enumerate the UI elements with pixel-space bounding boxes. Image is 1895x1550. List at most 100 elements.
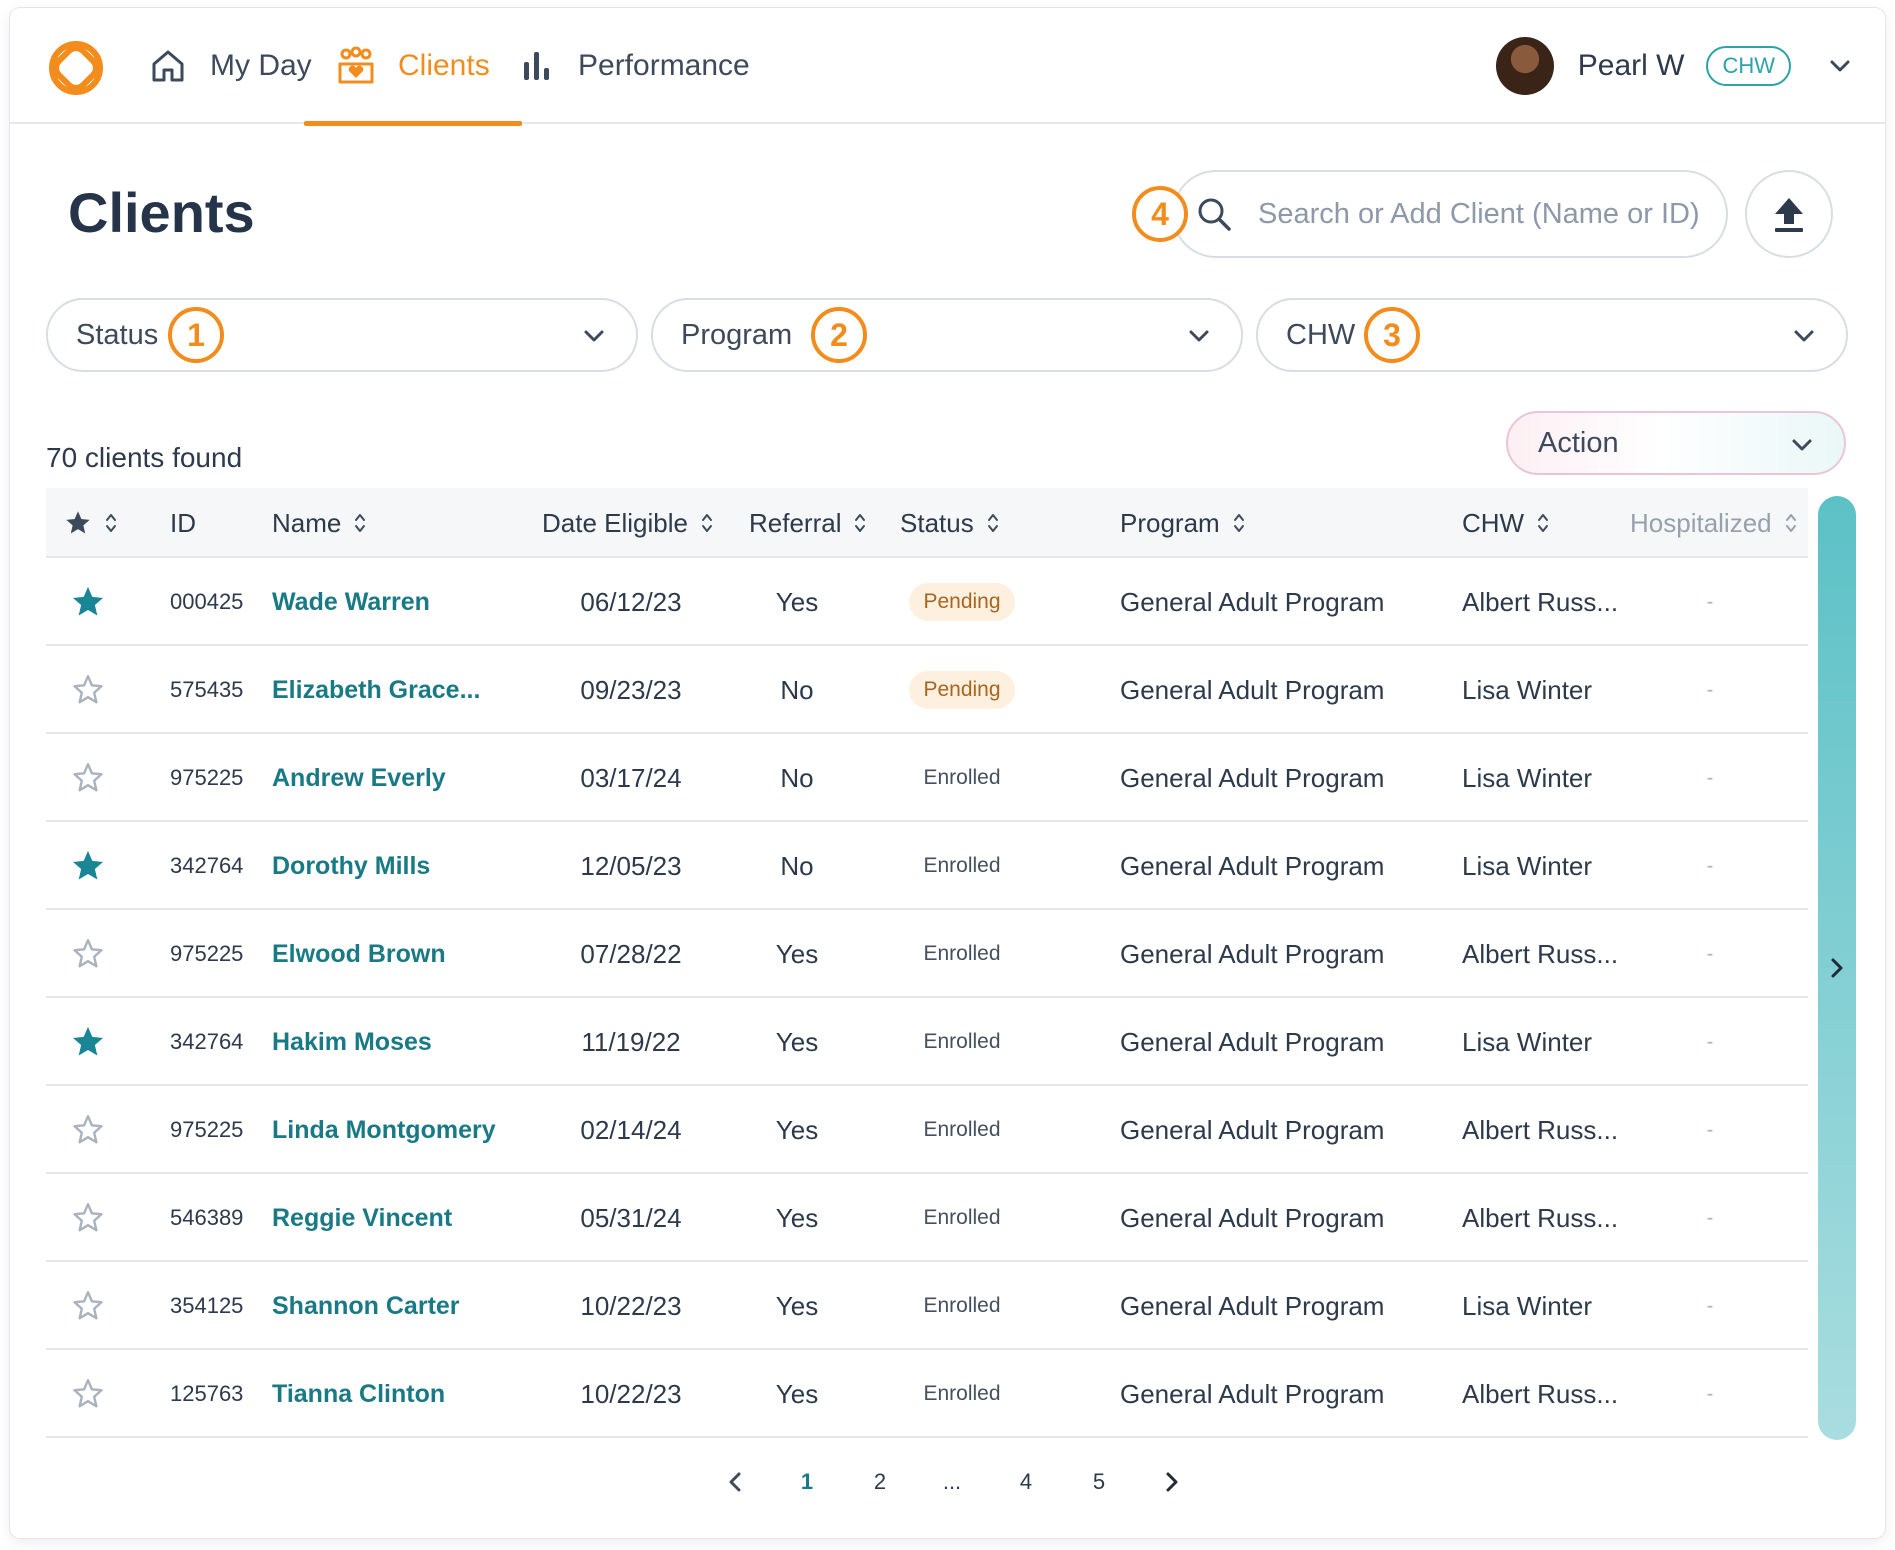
date-eligible: 12/05/23: [580, 850, 682, 881]
sort-icon: [855, 514, 866, 532]
favorite-toggle[interactable]: [70, 1262, 106, 1350]
date-eligible: 10/22/23: [580, 1378, 682, 1409]
status-badge: Enrolled: [923, 766, 1001, 789]
chw: Albert Russ...: [1462, 1114, 1619, 1145]
column-header-chw[interactable]: CHW: [1462, 488, 1550, 558]
favorite-toggle[interactable]: [70, 1174, 106, 1262]
nav-clients[interactable]: Clients: [304, 8, 522, 126]
chevron-down-icon: [1189, 330, 1209, 342]
pagination: 1 2 ... 4 5: [10, 1460, 1885, 1504]
upload-button[interactable]: [1745, 170, 1833, 258]
referral: Yes: [775, 1290, 819, 1321]
favorite-toggle[interactable]: [70, 1350, 106, 1438]
client-name-link[interactable]: Hakim Moses: [272, 998, 432, 1086]
column-header-status[interactable]: Status: [900, 488, 1000, 558]
favorite-toggle[interactable]: [70, 1086, 106, 1174]
program: General Adult Program: [1120, 1378, 1385, 1409]
table-row[interactable]: 975225 Elwood Brown 07/28/22 Yes Enrolled Gen…: [46, 910, 1808, 998]
chevron-down-icon: [1794, 330, 1814, 342]
program-filter[interactable]: Program: [651, 298, 1243, 372]
date-eligible: 10/22/23: [580, 1290, 682, 1321]
chw: Albert Russ...: [1462, 586, 1619, 617]
client-name-link[interactable]: Shannon Carter: [272, 1262, 460, 1350]
table-row[interactable]: 125763 Tianna Clinton 10/22/23 Yes Enrolled G…: [46, 1350, 1808, 1438]
prev-page-button[interactable]: [715, 1460, 755, 1504]
client-name-link[interactable]: Linda Montgomery: [272, 1086, 496, 1174]
status-badge: Enrolled: [923, 942, 1001, 965]
user-menu[interactable]: Pearl W CHW: [1495, 8, 1855, 124]
column-divider: [516, 822, 519, 908]
client-name-link[interactable]: Andrew Everly: [272, 734, 446, 822]
hospitalized: -: [1706, 1294, 1714, 1317]
page-button[interactable]: 5: [1079, 1460, 1119, 1504]
column-header-date-eligible[interactable]: Date Eligible: [542, 488, 714, 558]
table-row[interactable]: 546389 Reggie Vincent 05/31/24 Yes Enrolled G…: [46, 1174, 1808, 1262]
client-name-link[interactable]: Reggie Vincent: [272, 1174, 452, 1262]
date-eligible: 05/31/24: [580, 1202, 682, 1233]
client-id: 342764: [170, 853, 244, 878]
page-button[interactable]: 2: [860, 1460, 900, 1504]
filter-label: Program: [681, 318, 793, 351]
program: General Adult Program: [1120, 938, 1385, 969]
search-box[interactable]: [1172, 170, 1728, 258]
favorite-toggle[interactable]: [70, 646, 106, 734]
column-header-id[interactable]: ID: [170, 488, 196, 558]
column-header-program[interactable]: Program: [1120, 488, 1246, 558]
next-page-button[interactable]: [1152, 1460, 1192, 1504]
action-dropdown[interactable]: Action: [1506, 411, 1846, 475]
table-row[interactable]: 342764 Dorothy Mills 12/05/23 No Enrolled Gen…: [46, 822, 1808, 910]
hospitalized: -: [1706, 1206, 1714, 1229]
horizontal-scroll-handle[interactable]: [1818, 496, 1856, 1440]
page-button[interactable]: 4: [1006, 1460, 1046, 1504]
favorite-toggle[interactable]: [70, 910, 106, 998]
column-divider: [516, 1262, 519, 1348]
chevron-down-icon: [584, 330, 604, 342]
favorite-toggle[interactable]: [70, 998, 106, 1086]
referral: No: [780, 674, 814, 705]
program: General Adult Program: [1120, 674, 1385, 705]
top-nav: My Day Clients Performance Pearl W CHW: [10, 8, 1885, 126]
chevron-left-icon: [729, 1472, 741, 1492]
chevron-down-icon: [1792, 439, 1812, 451]
column-header-referral[interactable]: Referral: [749, 488, 867, 558]
client-id: 575435: [170, 677, 244, 702]
search-icon: [1194, 194, 1234, 234]
hospitalized: -: [1706, 678, 1714, 701]
table-row[interactable]: 975225 Linda Montgomery 02/14/24 Yes Enrolle…: [46, 1086, 1808, 1174]
chw: Lisa Winter: [1462, 762, 1593, 793]
star-outline-icon: [73, 1291, 103, 1320]
page-button[interactable]: 1: [787, 1460, 827, 1504]
table-row[interactable]: 575435 Elizabeth Grace... 09/23/23 No Pendin…: [46, 646, 1808, 734]
client-name-link[interactable]: Tianna Clinton: [272, 1350, 445, 1438]
status-filter[interactable]: Status: [46, 298, 638, 372]
client-name-link[interactable]: Wade Warren: [272, 558, 430, 646]
client-id: 342764: [170, 1029, 244, 1054]
nav-performance[interactable]: Performance: [516, 8, 750, 124]
referral: Yes: [775, 1026, 819, 1057]
favorite-toggle[interactable]: [70, 558, 106, 646]
referral: Yes: [775, 586, 819, 617]
client-name-link[interactable]: Elwood Brown: [272, 910, 446, 998]
favorite-column-header[interactable]: [64, 488, 118, 558]
favorite-toggle[interactable]: [70, 822, 106, 910]
brand-logo-icon[interactable]: [46, 38, 106, 98]
column-divider: [516, 1086, 519, 1172]
sort-icon: [106, 514, 116, 532]
client-name-link[interactable]: Dorothy Mills: [272, 822, 430, 910]
star-outline-icon: [73, 1379, 103, 1408]
table-row[interactable]: 342764 Hakim Moses 11/19/22 Yes Enrolled Gene…: [46, 998, 1808, 1086]
table-row[interactable]: 000425 Wade Warren 06/12/23 Yes Pending Gener…: [46, 558, 1808, 646]
chw-filter[interactable]: CHW: [1256, 298, 1848, 372]
table-row[interactable]: 975225 Andrew Everly 03/17/24 No Enrolled Gen…: [46, 734, 1808, 822]
program: General Adult Program: [1120, 762, 1385, 793]
sort-icon: [1233, 514, 1244, 532]
nav-my-day[interactable]: My Day: [148, 8, 312, 124]
search-input[interactable]: [1258, 197, 1698, 231]
table-row[interactable]: 354125 Shannon Carter 10/22/23 Yes Enrolled G…: [46, 1262, 1808, 1350]
avatar[interactable]: [1495, 37, 1554, 95]
client-name-link[interactable]: Elizabeth Grace...: [272, 646, 480, 734]
chevron-down-icon[interactable]: [1825, 51, 1855, 81]
column-header-name[interactable]: Name: [272, 488, 367, 558]
favorite-toggle[interactable]: [70, 734, 106, 822]
column-header-hospitalized[interactable]: Hospitalized: [1630, 488, 1798, 558]
